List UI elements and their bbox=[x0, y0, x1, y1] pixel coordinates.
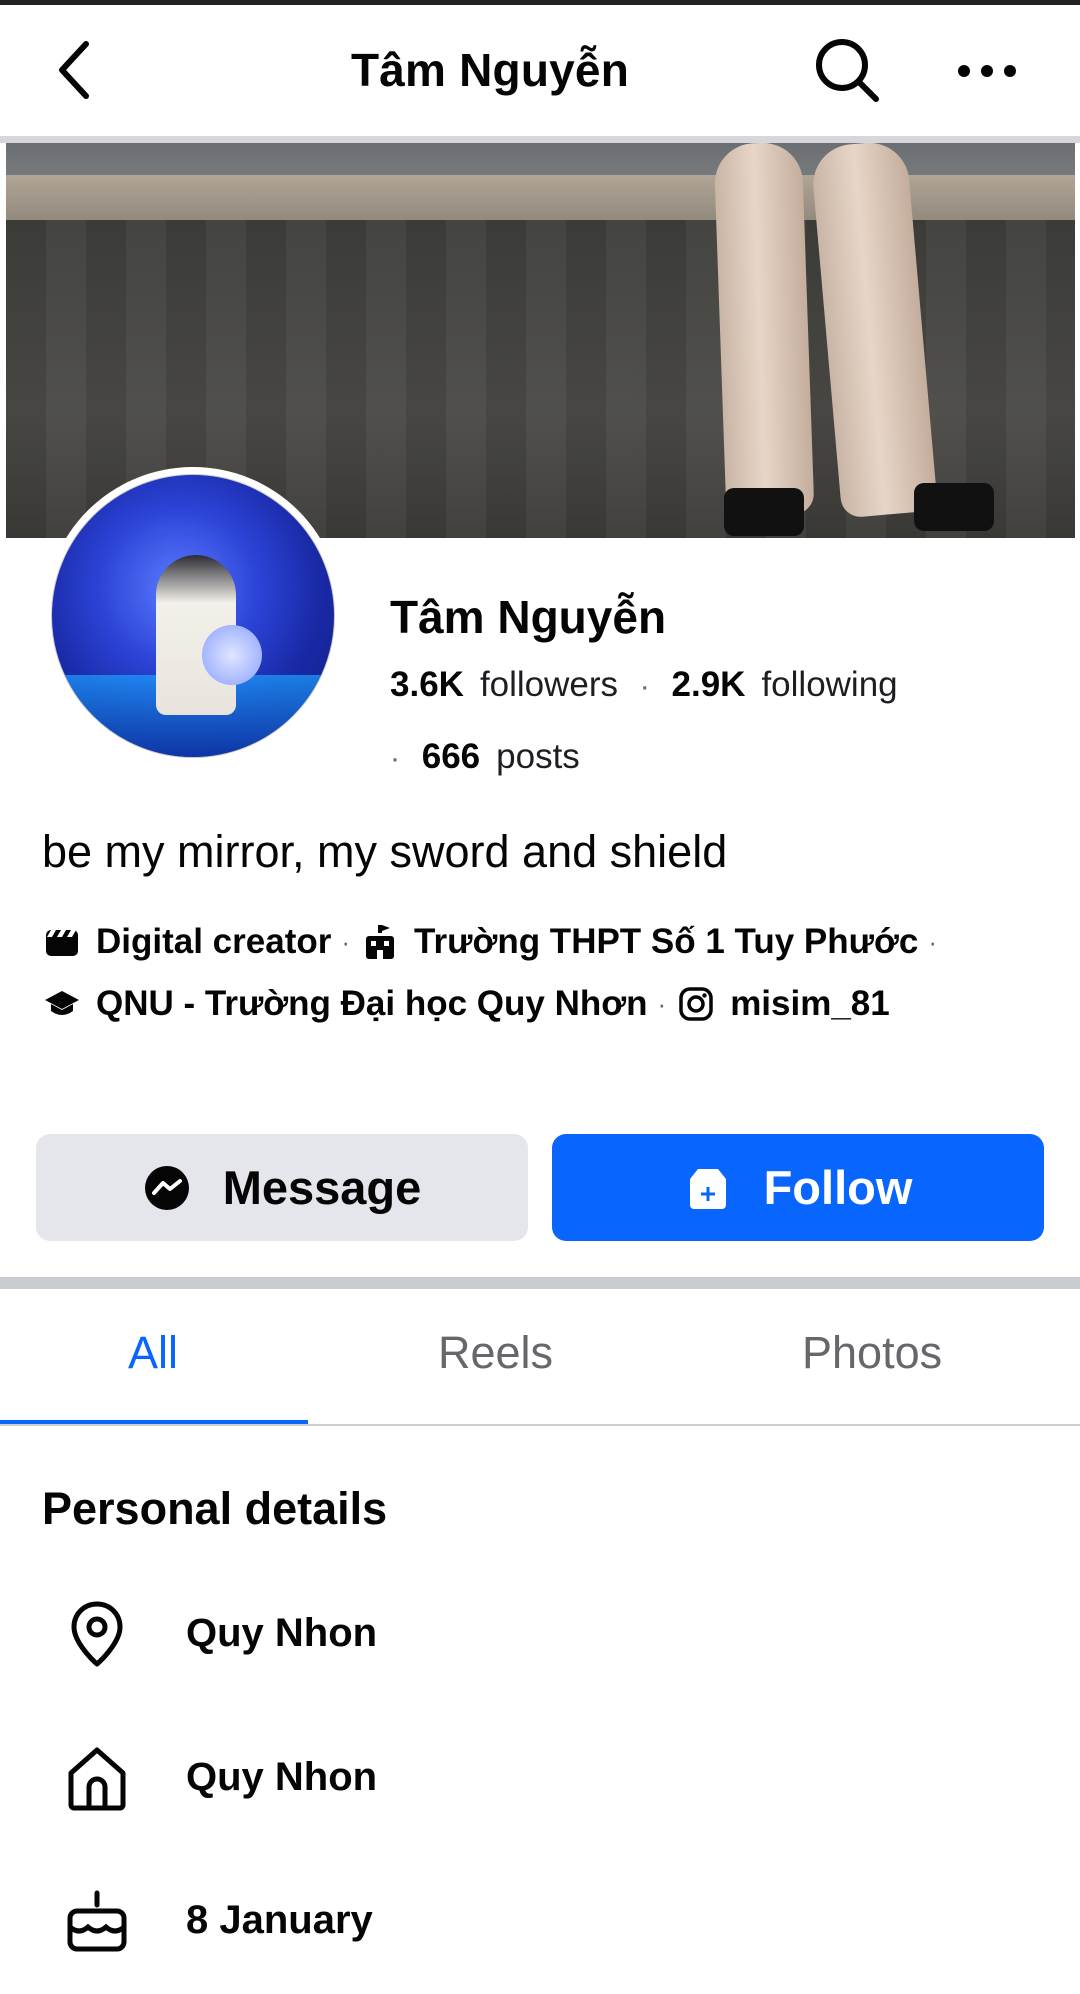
followers-count: 3.6K bbox=[390, 665, 464, 704]
graduation-cap-icon bbox=[42, 984, 82, 1024]
search-button[interactable] bbox=[812, 35, 882, 105]
profile-bio: be my mirror, my sword and shield bbox=[42, 826, 728, 877]
detail-row-location: Quy Nhon bbox=[0, 1585, 1080, 1685]
detail-text: Quy Nhon bbox=[186, 1755, 378, 1799]
section-divider bbox=[0, 1277, 1080, 1289]
tab-all[interactable]: All bbox=[128, 1327, 178, 1379]
cover-figure-shoe bbox=[914, 483, 994, 531]
more-options-button[interactable] bbox=[952, 41, 1022, 101]
tabs-divider bbox=[0, 1424, 1080, 1426]
tab-reels[interactable]: Reels bbox=[438, 1327, 553, 1379]
cover-figure-shoe bbox=[724, 488, 804, 536]
profile-info-row: QNU - Trường Đại học Quy Nhơn · misim_81 bbox=[42, 984, 890, 1024]
chevron-left-icon bbox=[59, 41, 89, 99]
instagram-link[interactable]: misim_81 bbox=[730, 984, 890, 1024]
message-button[interactable]: Message bbox=[36, 1134, 528, 1241]
header-divider bbox=[0, 136, 1080, 143]
school-link[interactable]: Trường THPT Số 1 Tuy Phước bbox=[414, 922, 918, 962]
page-title: Tâm Nguyễn bbox=[350, 44, 630, 96]
followers-link[interactable]: 3.6K followers bbox=[390, 665, 628, 704]
school-building-icon bbox=[360, 922, 400, 962]
profile-stats: 3.6K followers · 2.9K following bbox=[390, 665, 898, 705]
message-button-label: Message bbox=[222, 1161, 422, 1214]
following-link[interactable]: 2.9K following bbox=[672, 665, 898, 704]
posts-count: 666 bbox=[421, 737, 481, 776]
follow-add-icon bbox=[684, 1165, 732, 1211]
profile-info-row: Digital creator · Trường THPT Số 1 Tuy P… bbox=[42, 922, 947, 962]
profile-tabs: All Reels Photos bbox=[0, 1289, 1080, 1425]
separator-dot: · bbox=[341, 926, 351, 957]
detail-row-hometown: Quy Nhon bbox=[0, 1729, 1080, 1829]
avatar[interactable] bbox=[51, 474, 335, 758]
separator-dot: · bbox=[639, 670, 650, 703]
home-icon bbox=[62, 1743, 132, 1813]
more-horizontal-icon bbox=[958, 65, 1016, 77]
instagram-icon bbox=[676, 984, 716, 1024]
separator-dot: · bbox=[390, 742, 400, 775]
follow-button[interactable]: Follow bbox=[552, 1134, 1044, 1241]
top-app-bar: Tâm Nguyễn bbox=[0, 5, 1080, 136]
following-label: following bbox=[761, 665, 898, 704]
tab-photos[interactable]: Photos bbox=[802, 1327, 942, 1379]
avatar-bouquet bbox=[202, 625, 262, 685]
university-link[interactable]: QNU - Trường Đại học Quy Nhơn bbox=[96, 984, 648, 1024]
back-button[interactable] bbox=[44, 35, 104, 105]
cover-figure-leg bbox=[713, 143, 815, 517]
personal-details-heading: Personal details bbox=[42, 1483, 388, 1534]
search-icon bbox=[816, 39, 879, 102]
following-count: 2.9K bbox=[671, 665, 746, 704]
cover-ledge bbox=[6, 175, 1075, 220]
profile-name: Tâm Nguyễn bbox=[390, 591, 667, 643]
posts-label: posts bbox=[496, 737, 580, 776]
followers-label: followers bbox=[479, 665, 619, 704]
detail-text: Quy Nhon bbox=[186, 1611, 378, 1655]
messenger-icon bbox=[143, 1164, 191, 1212]
location-pin-icon bbox=[62, 1599, 132, 1669]
birthday-cake-icon bbox=[62, 1886, 132, 1956]
detail-text: 8 January bbox=[186, 1898, 373, 1942]
detail-row-birthday: 8 January bbox=[0, 1872, 1080, 1972]
follow-button-label: Follow bbox=[763, 1161, 913, 1214]
category-text: Digital creator bbox=[96, 922, 332, 961]
profile-stats-posts: · 666 posts bbox=[390, 737, 580, 777]
separator-dot: · bbox=[657, 988, 667, 1019]
separator-dot: · bbox=[928, 926, 937, 957]
clapperboard-icon bbox=[42, 922, 82, 962]
